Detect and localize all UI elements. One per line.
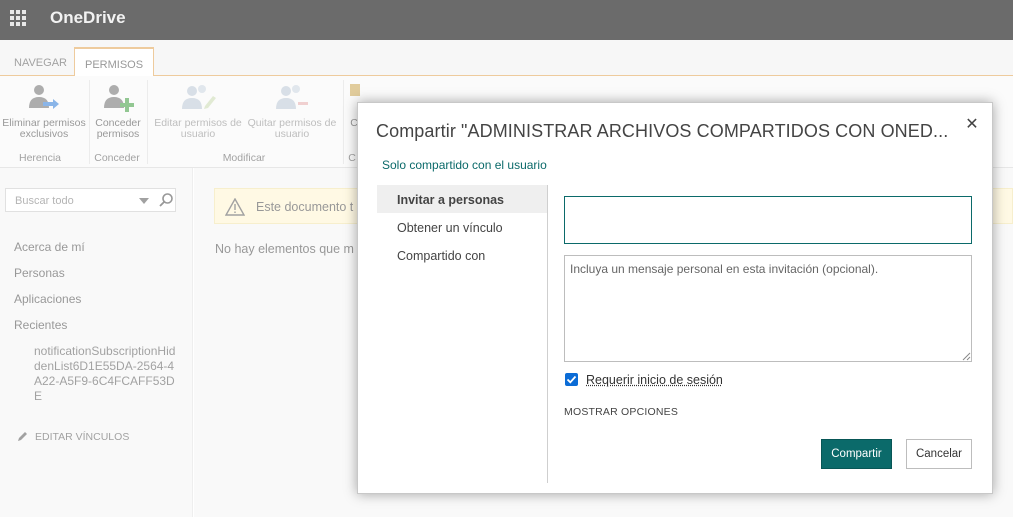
nav-shared-with[interactable]: Compartido con [377,241,548,269]
dialog-title: Compartir "ADMINISTRAR ARCHIVOS COMPARTI… [376,121,949,141]
shared-with-user-link[interactable]: Solo compartido con el usuario [382,158,547,172]
show-options-link[interactable]: MOSTRAR OPCIONES [564,406,678,418]
require-signin-checkbox[interactable] [565,373,578,386]
checkmark-icon [566,375,577,384]
share-button[interactable]: Compartir [821,439,892,469]
resize-grip-icon[interactable] [962,352,971,361]
dialog-divider [547,185,548,483]
brand-title[interactable]: OneDrive [50,8,126,28]
require-signin-label[interactable]: Requerir inicio de sesión [586,373,723,387]
share-dialog-nav: Invitar a personas Obtener un vínculo Co… [377,185,548,269]
close-icon[interactable]: ✕ [960,113,984,137]
app-launcher-icon[interactable] [10,10,26,26]
invite-people-input[interactable] [564,196,972,244]
cancel-button[interactable]: Cancelar [906,439,972,469]
suite-bar: OneDrive [0,0,1013,40]
nav-invite-people[interactable]: Invitar a personas [377,185,548,213]
share-dialog: Compartir "ADMINISTRAR ARCHIVOS COMPARTI… [357,102,993,494]
personal-message-textarea[interactable] [564,255,972,362]
nav-get-link[interactable]: Obtener un vínculo [377,213,548,241]
